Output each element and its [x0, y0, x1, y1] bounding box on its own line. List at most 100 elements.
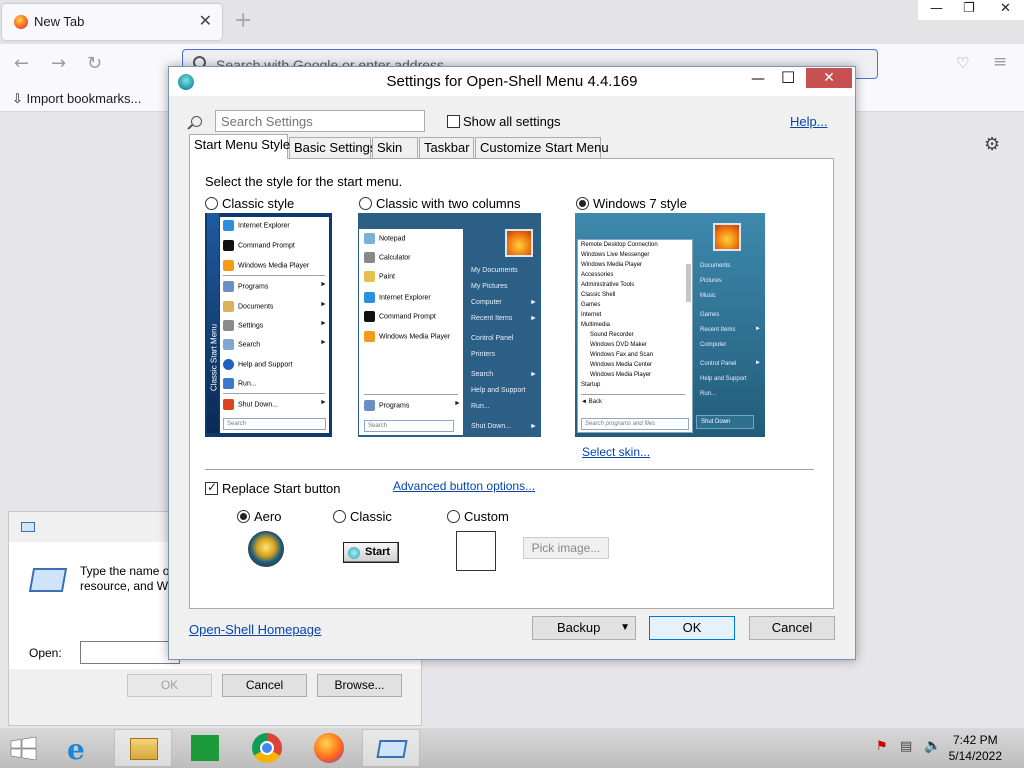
dropdown-arrow-icon: ▼ [620, 622, 630, 633]
network-icon[interactable]: ▤ [900, 739, 912, 754]
tab-customize-start-menu[interactable]: Customize Start Menu [475, 137, 609, 158]
windows7-preview[interactable]: Remote Desktop Connection Windows Live M… [575, 213, 765, 437]
open-input[interactable] [80, 641, 180, 664]
menu-item: Run... [471, 403, 490, 410]
command-prompt-icon [364, 311, 375, 322]
select-skin-link[interactable]: Select skin... [582, 445, 650, 459]
replace-start-checkbox[interactable] [205, 480, 218, 495]
menu-item: Run... [223, 378, 257, 389]
settings-titlebar: Settings for Open-Shell Menu 4.4.169 — □… [169, 67, 855, 96]
menu-item: Settings [223, 320, 263, 331]
tab-taskbar[interactable]: Taskbar [419, 137, 474, 158]
minimize-button[interactable]: — [751, 71, 765, 87]
browser-tab[interactable]: New Tab ✕ [2, 4, 222, 40]
action-center-flag-icon[interactable]: ⚑ [876, 739, 888, 754]
menu-item: Startup [581, 382, 601, 388]
radio-classic-style[interactable] [205, 197, 218, 210]
show-all-label: Show all settings [463, 114, 561, 129]
help-icon [223, 359, 234, 370]
menu-item: Internet [581, 312, 602, 318]
show-all-checkbox[interactable] [447, 115, 460, 128]
close-button[interactable]: ✕ [1000, 1, 1011, 16]
ok-button[interactable]: OK [649, 616, 735, 640]
user-picture [713, 223, 741, 251]
prompt-text: Select the style for the start menu. [205, 174, 403, 189]
backup-button[interactable]: Backup ▼ [532, 616, 636, 640]
menu-item: Computer [471, 299, 502, 306]
open-shell-homepage-link[interactable]: Open-Shell Homepage [189, 622, 321, 637]
minimize-button[interactable]: — [930, 1, 943, 16]
folder-icon [130, 738, 158, 760]
classic-style-label: Classic style [222, 196, 295, 211]
system-clock[interactable]: 7:42 PM 5/14/2022 [949, 732, 1002, 764]
media-player-icon [223, 260, 234, 271]
restore-button[interactable]: ❐ [963, 1, 975, 16]
import-bookmarks-label: Import bookmarks... [26, 91, 142, 106]
taskbar-internet-explorer[interactable]: e [52, 729, 110, 767]
close-button[interactable]: ✕ [806, 68, 852, 88]
menu-item: Windows Media Center [590, 362, 653, 368]
advanced-button-options-link[interactable]: Advanced button options... [393, 479, 535, 493]
radio-windows7-style[interactable] [576, 197, 589, 210]
radio-two-columns[interactable] [359, 197, 372, 210]
tab-skin[interactable]: Skin [372, 137, 418, 158]
pocket-icon[interactable]: ♡ [956, 54, 969, 72]
menu-item: My Pictures [471, 283, 508, 290]
volume-muted-icon[interactable]: 🔈 [924, 738, 941, 754]
replace-start-label: Replace Start button [222, 481, 341, 496]
menu-item: Command Prompt [364, 311, 436, 322]
run-icon [21, 522, 35, 532]
run-ok-button[interactable]: OK [127, 674, 212, 697]
radio-aero-button[interactable] [237, 510, 250, 523]
search-settings-input[interactable] [215, 110, 425, 132]
classic-style-preview[interactable]: Classic Start Menu Internet Explorer Com… [205, 213, 332, 437]
tab-start-menu-style[interactable]: Start Menu Style [189, 134, 290, 159]
tab-basic-settings[interactable]: Basic Settings [289, 137, 376, 158]
user-picture [505, 229, 533, 257]
reload-icon[interactable]: ↻ [87, 53, 102, 74]
menu-item: Control Panel [471, 335, 514, 342]
taskbar-chrome[interactable] [238, 729, 296, 767]
two-col-left-pane: Notepad Calculator Paint Internet Explor… [359, 229, 463, 435]
menu-item: Windows Media Player [364, 331, 450, 342]
menu-item: Shut Down... [223, 399, 278, 410]
win7-shutdown-button: Shut Down [696, 415, 754, 429]
menu-item: Calculator [364, 252, 411, 263]
taskbar-store[interactable] [176, 729, 234, 767]
shutdown-icon [223, 399, 234, 410]
radio-custom-button[interactable] [447, 510, 460, 523]
taskbar-run[interactable] [362, 729, 420, 767]
back-arrow-icon[interactable]: ← [14, 53, 29, 74]
taskbar-file-explorer[interactable] [114, 729, 172, 767]
gear-icon[interactable]: ⚙ [984, 134, 1000, 155]
menu-item: Printers [471, 351, 496, 358]
forward-arrow-icon[interactable]: → [51, 53, 66, 74]
new-tab-button[interactable]: + [234, 8, 252, 33]
menu-item: Windows Live Messenger [581, 252, 650, 258]
menu-item: Programs [364, 400, 409, 411]
classic-menu-body: Internet Explorer Command Prompt Windows… [220, 217, 329, 433]
cancel-button[interactable]: Cancel [749, 616, 835, 640]
hamburger-menu-icon[interactable]: ≡ [993, 52, 1007, 72]
taskbar-firefox[interactable] [300, 729, 358, 767]
two-column-preview[interactable]: Notepad Calculator Paint Internet Explor… [358, 213, 541, 437]
run-cancel-button[interactable]: Cancel [222, 674, 307, 697]
notepad-icon [364, 233, 375, 244]
menu-item: Help and Support [700, 376, 747, 382]
win7-left-pane: Remote Desktop Connection Windows Live M… [577, 239, 693, 433]
help-link[interactable]: Help... [790, 114, 828, 129]
radio-classic-button[interactable] [333, 510, 346, 523]
menu-divider [581, 394, 685, 395]
pick-image-button[interactable]: Pick image... [523, 537, 609, 559]
backup-label: Backup [557, 620, 601, 635]
back-arrow-icon: ◄ [581, 399, 589, 405]
shell-icon [348, 547, 360, 559]
import-bookmarks-link[interactable]: ⇩ Import bookmarks... [12, 91, 141, 107]
start-button[interactable] [0, 729, 48, 767]
run-browse-button[interactable]: Browse... [317, 674, 402, 697]
maximize-button[interactable]: □ [781, 67, 795, 85]
menu-item: Accessories [581, 272, 614, 278]
menu-item: Programs [223, 281, 268, 292]
tab-close-icon[interactable]: ✕ [199, 11, 212, 30]
taskbar: e ⚑ ▤ 🔈 7:42 PM 5/14/2022 [0, 728, 1024, 768]
